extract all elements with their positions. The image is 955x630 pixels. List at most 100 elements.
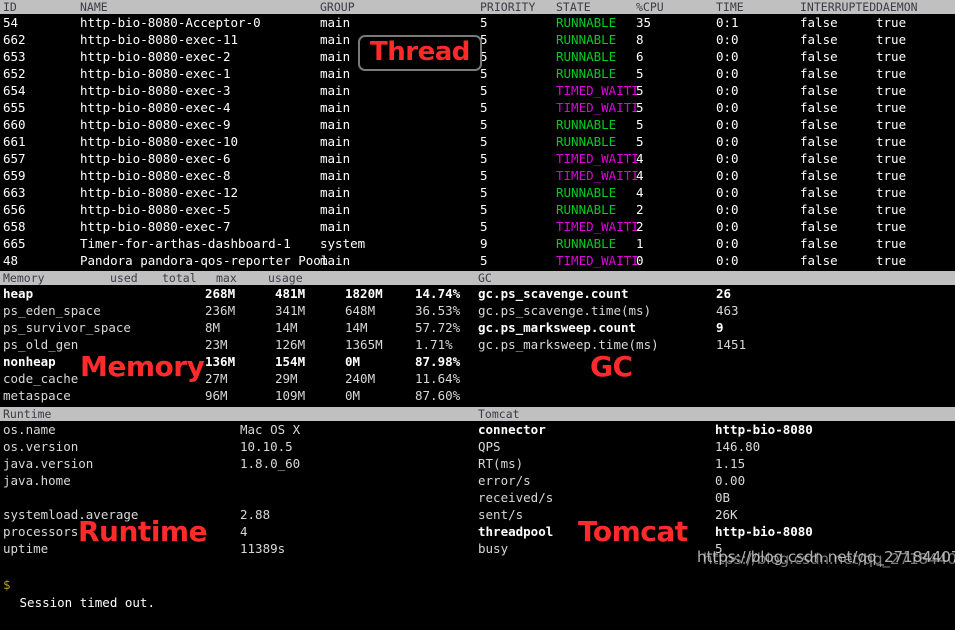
thread-daemon: true [876, 253, 907, 268]
memory-col-header: used [110, 271, 138, 285]
memory-max: 0M [345, 388, 361, 403]
thread-row[interactable]: 659 http-bio-8080-exec-8 main 5 TIMED_WAITI 4… [0, 167, 955, 184]
thread-name: http-bio-8080-exec-11 [80, 32, 239, 47]
thread-time: 0:0 [716, 66, 739, 81]
thread-priority: 9 [480, 236, 488, 251]
thread-time: 0:0 [716, 100, 739, 115]
thread-state: RUNNABLE [556, 49, 617, 64]
thread-cpu: 35 [636, 15, 652, 30]
thread-priority: 5 [480, 83, 488, 98]
thread-group: main [320, 49, 351, 64]
thread-daemon: true [876, 219, 907, 234]
thread-row[interactable]: 658 http-bio-8080-exec-7 main 5 TIMED_WAITI 2… [0, 218, 955, 235]
thread-name: http-bio-8080-exec-12 [80, 185, 239, 200]
tomcat-row[interactable]: RT(ms) 1.15 [0, 455, 955, 472]
thread-cpu: 4 [636, 151, 644, 166]
thread-interrupted: false [800, 236, 838, 251]
thread-row[interactable]: 656 http-bio-8080-exec-5 main 5 RUNNABLE 2 0:0… [0, 201, 955, 218]
thread-state: RUNNABLE [556, 15, 617, 30]
thread-time: 0:0 [716, 32, 739, 47]
thread-name: http-bio-8080-Acceptor-0 [80, 15, 261, 30]
thread-time: 0:1 [716, 15, 739, 30]
memory-total: 29M [275, 371, 298, 386]
thread-state: TIMED_WAITI [556, 219, 639, 234]
memory-row[interactable]: metaspace 96M 109M 0M 87.60% [0, 387, 955, 404]
thread-row[interactable]: 665 Timer-for-arthas-dashboard-1 system 9 RU… [0, 235, 955, 252]
thread-daemon: true [876, 83, 907, 98]
tomcat-section-header: Tomcat [478, 407, 520, 421]
thread-row[interactable]: 657 http-bio-8080-exec-6 main 5 TIMED_WAITI 4… [0, 150, 955, 167]
thread-daemon: true [876, 185, 907, 200]
tomcat-row[interactable]: QPS 146.80 [0, 438, 955, 455]
memory-used: 27M [205, 371, 228, 386]
thread-interrupted: false [800, 219, 838, 234]
thread-row[interactable]: 654 http-bio-8080-exec-3 main 5 TIMED_WAITI 5… [0, 82, 955, 99]
gc-row[interactable]: gc.ps_scavenge.count 26 [0, 285, 955, 302]
memory-used: 136M [205, 354, 236, 369]
thread-time: 0:0 [716, 236, 739, 251]
memory-name: code_cache [3, 371, 79, 386]
thread-state: TIMED_WAITI [556, 100, 639, 115]
thread-interrupted: false [800, 202, 838, 217]
thread-cpu: 1 [636, 236, 644, 251]
thread-state: RUNNABLE [556, 66, 617, 81]
thread-priority: 5 [480, 117, 488, 132]
memory-usage: 87.98% [415, 354, 461, 369]
thread-group: main [320, 15, 351, 30]
tomcat-key: threadpool [478, 524, 554, 539]
thread-name: Timer-for-arthas-dashboard-1 [80, 236, 291, 251]
thread-cpu: 8 [636, 32, 644, 47]
thread-id: 663 [3, 185, 26, 200]
thread-state: RUNNABLE [556, 202, 617, 217]
thread-time: 0:0 [716, 185, 739, 200]
thread-priority: 5 [480, 202, 488, 217]
thread-interrupted: false [800, 253, 838, 268]
memory-max: 240M [345, 371, 376, 386]
thread-time: 0:0 [716, 219, 739, 234]
tomcat-value: 0B [715, 490, 731, 505]
status-message: Session timed out. [12, 595, 155, 610]
thread-row[interactable]: 655 http-bio-8080-exec-4 main 5 TIMED_WAITI 5… [0, 99, 955, 116]
thread-name: Pandora pandora-qos-reporter Pool [80, 253, 329, 268]
thread-row[interactable]: 663 http-bio-8080-exec-12 main 5 RUNNABLE 4 0:… [0, 184, 955, 201]
tomcat-row[interactable]: connector http-bio-8080 [0, 421, 955, 438]
thread-daemon: true [876, 15, 907, 30]
thread-priority: 5 [480, 185, 488, 200]
thread-id: 662 [3, 32, 26, 47]
thread-id: 657 [3, 151, 26, 166]
gc-row[interactable]: gc.ps_scavenge.time(ms) 463 [0, 302, 955, 319]
thread-group: main [320, 253, 351, 268]
thread-row[interactable]: 660 http-bio-8080-exec-9 main 5 RUNNABLE 5 0:0… [0, 116, 955, 133]
tomcat-row[interactable]: received/s 0B [0, 489, 955, 506]
thread-state: RUNNABLE [556, 185, 617, 200]
gc-metric-value: 463 [716, 303, 739, 318]
thread-group: main [320, 168, 351, 183]
memory-name: nonheap [3, 354, 56, 369]
tomcat-key: RT(ms) [478, 456, 524, 471]
thread-group: main [320, 83, 351, 98]
thread-group: main [320, 134, 351, 149]
thread-group: system [320, 236, 366, 251]
thread-daemon: true [876, 117, 907, 132]
thread-row[interactable]: 48 Pandora pandora-qos-reporter Pool main 5… [0, 252, 955, 269]
thread-row[interactable]: 54 http-bio-8080-Acceptor-0 main 5 RUNNABLE 3… [0, 14, 955, 31]
thread-interrupted: false [800, 168, 838, 183]
thread-priority: 5 [480, 100, 488, 115]
thread-row[interactable]: 661 http-bio-8080-exec-10 main 5 RUNNABLE 5 0:… [0, 133, 955, 150]
thread-priority: 5 [480, 151, 488, 166]
thread-group: main [320, 66, 351, 81]
thread-daemon: true [876, 32, 907, 47]
thread-priority: 5 [480, 168, 488, 183]
thread-time: 0:0 [716, 253, 739, 268]
gc-row[interactable]: gc.ps_marksweep.count 9 [0, 319, 955, 336]
thread-name: http-bio-8080-exec-4 [80, 100, 231, 115]
tomcat-row[interactable]: error/s 0.00 [0, 472, 955, 489]
tomcat-value: 146.80 [715, 439, 761, 454]
thread-state: RUNNABLE [556, 117, 617, 132]
thread-name: http-bio-8080-exec-8 [80, 168, 231, 183]
gc-metric-name: gc.ps_marksweep.count [478, 320, 637, 335]
thread-col-header: INTERRUPTED [800, 0, 877, 14]
memory-usage: 11.64% [415, 371, 461, 386]
thread-cpu: 2 [636, 219, 644, 234]
thread-col-header: %CPU [636, 0, 664, 14]
